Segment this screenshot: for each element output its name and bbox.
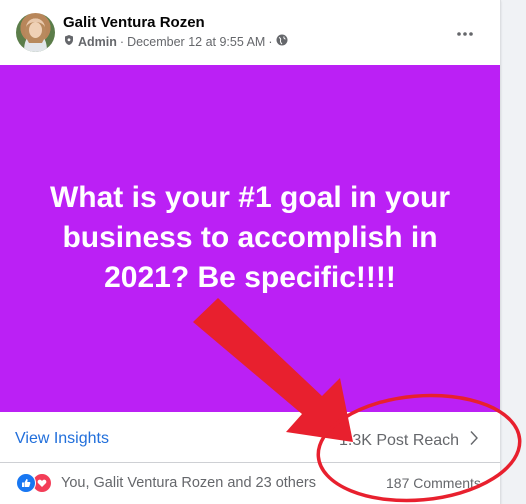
post-text-line: business to accomplish in <box>62 221 438 254</box>
reactions-summary[interactable]: You, Galit Ventura Rozen and 23 others <box>61 475 316 491</box>
shield-icon <box>63 34 75 49</box>
meta-separator-2: · <box>268 34 273 49</box>
avatar[interactable] <box>16 13 55 52</box>
post-reach-button[interactable]: 1.3K Post Reach <box>339 430 479 451</box>
reaction-icons[interactable] <box>16 473 54 493</box>
more-options-icon <box>457 23 473 41</box>
post-footer: You, Galit Ventura Rozen and 23 others 1… <box>0 462 500 504</box>
post-text-line: What is your #1 goal in your <box>49 181 451 214</box>
comments-count[interactable]: 187 Comments <box>386 475 481 491</box>
chevron-right-icon <box>469 430 479 451</box>
role-badge: Admin <box>78 34 117 49</box>
post-text-line: 2021? Be specific!!!! <box>104 261 396 294</box>
view-insights-link[interactable]: View Insights <box>15 430 109 448</box>
post-meta: Admin · December 12 at 9:55 AM · <box>63 34 288 49</box>
post-image[interactable]: What is your #1 goal in your business to… <box>0 65 500 412</box>
more-options-button[interactable] <box>448 18 482 46</box>
post-card: Galit Ventura Rozen Admin · December 12 … <box>0 0 501 504</box>
author-name[interactable]: Galit Ventura Rozen <box>63 14 205 31</box>
post-timestamp[interactable]: December 12 at 9:55 AM <box>127 35 265 49</box>
post-image-text: What is your #1 goal in your business to… <box>20 178 480 298</box>
post-header: Galit Ventura Rozen Admin · December 12 … <box>0 0 500 65</box>
meta-separator: · <box>119 34 125 49</box>
like-reaction-icon <box>16 473 36 493</box>
globe-icon[interactable] <box>276 34 288 49</box>
post-reach-label: 1.3K Post Reach <box>339 431 460 449</box>
insights-row: View Insights 1.3K Post Reach <box>0 412 500 463</box>
